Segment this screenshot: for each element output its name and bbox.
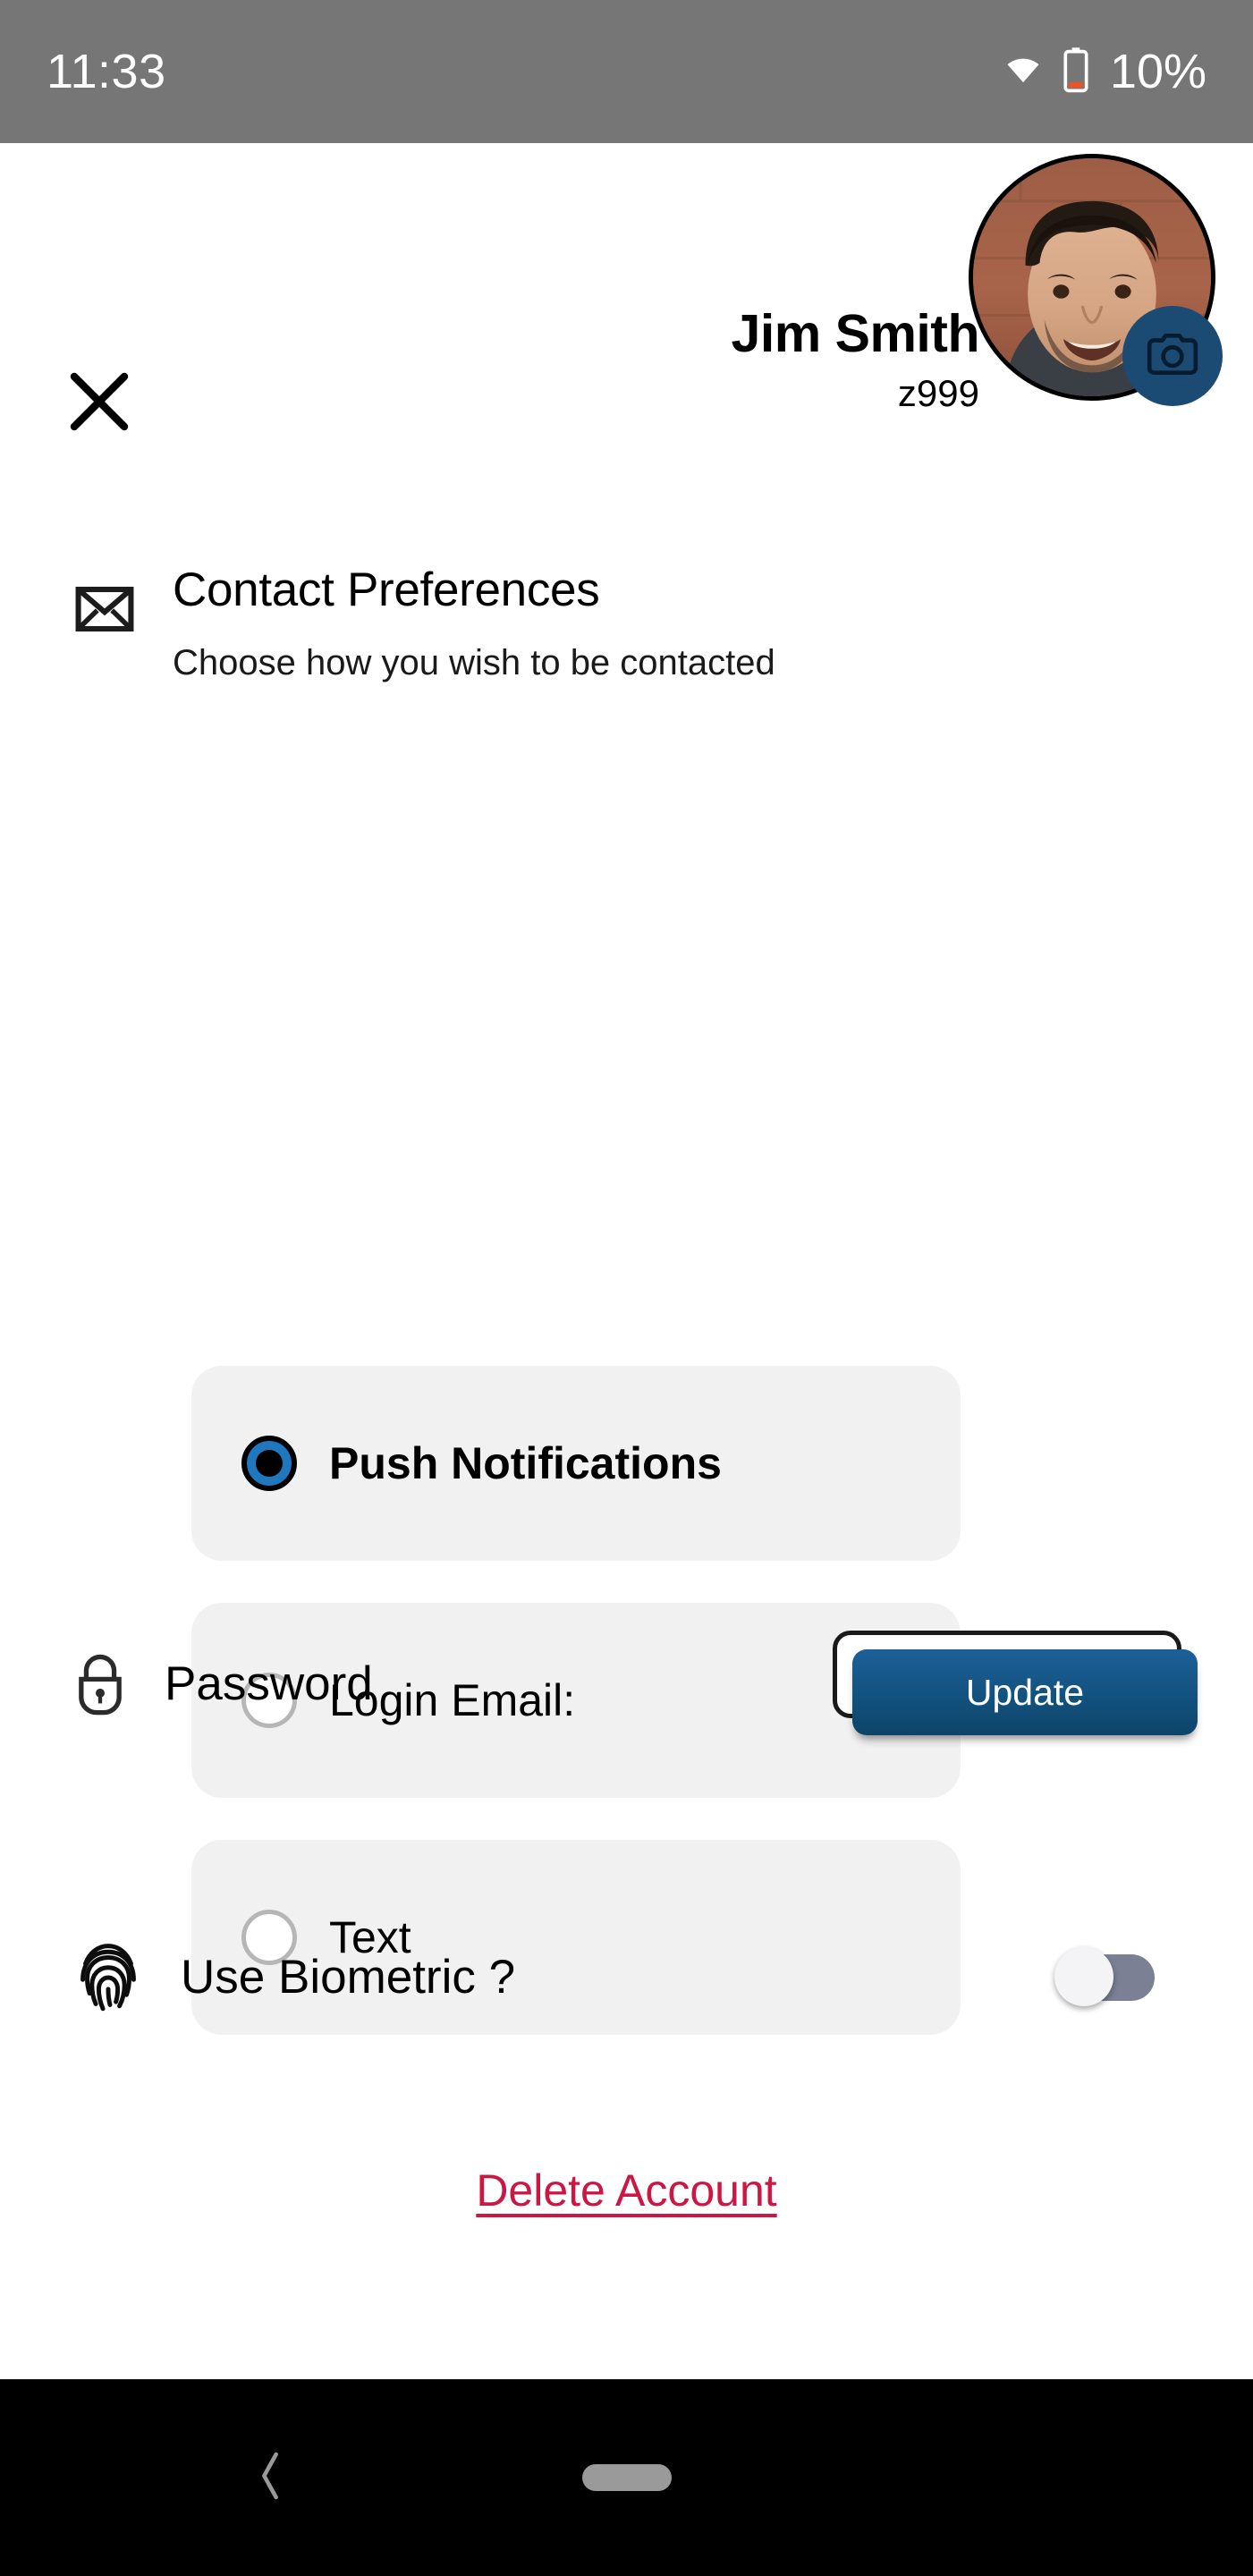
user-info: Jim Smith z999 <box>731 304 980 418</box>
contact-section-header: Contact Preferences Choose how you wish … <box>0 564 1253 684</box>
delete-account-link[interactable]: Delete Account <box>476 2165 776 2216</box>
radio-push-notifications[interactable] <box>241 1436 297 1491</box>
option-label-push-notifications: Push Notifications <box>329 1438 722 1488</box>
avatar[interactable] <box>969 154 1223 406</box>
back-chevron-icon <box>250 2447 290 2509</box>
fingerprint-icon <box>75 1938 141 2015</box>
close-x-icon <box>56 359 142 449</box>
user-name: Jim Smith <box>731 304 980 363</box>
password-row: Password Update <box>0 1630 1253 1737</box>
envelope-icon <box>75 580 134 639</box>
contact-section-texts: Contact Preferences Choose how you wish … <box>173 564 775 684</box>
status-bar: 11:33 10% <box>0 0 1253 143</box>
option-push-notifications[interactable]: Push Notifications <box>191 1366 961 1561</box>
biometric-toggle[interactable] <box>1054 1947 1155 2006</box>
contact-preferences-section: Contact Preferences Choose how you wish … <box>0 564 1253 2035</box>
status-time: 11:33 <box>47 45 166 98</box>
status-indicators: 10% <box>1001 47 1206 97</box>
delete-account-wrap: Delete Account <box>0 2165 1253 2216</box>
user-id: z999 <box>897 372 979 415</box>
biometric-label: Use Biometric ? <box>181 1950 516 2004</box>
contact-section-subtitle: Choose how you wish to be contacted <box>173 643 775 683</box>
nav-back-button[interactable] <box>239 2442 301 2513</box>
battery-low-icon <box>1062 47 1090 97</box>
app-screen: 11:33 10% Jim Smith z999 Contact Prefere… <box>0 0 1253 2576</box>
profile-header: Jim Smith z999 <box>0 143 1253 465</box>
battery-percent: 10% <box>1109 45 1206 98</box>
contact-section-title: Contact Preferences <box>173 564 600 616</box>
toggle-knob[interactable] <box>1054 1947 1113 2006</box>
nav-home-pill[interactable] <box>581 2464 672 2491</box>
update-button-wrap: Update <box>833 1631 1198 1736</box>
camera-badge-button[interactable] <box>1122 306 1223 406</box>
close-button[interactable] <box>43 347 156 460</box>
lock-icon <box>75 1651 125 1716</box>
password-label: Password <box>165 1657 373 1710</box>
update-button[interactable]: Update <box>852 1649 1198 1735</box>
system-nav-bar <box>0 2379 1253 2576</box>
camera-icon <box>1145 326 1200 386</box>
wifi-icon <box>1001 52 1046 92</box>
biometric-row: Use Biometric ? <box>0 1923 1253 2030</box>
